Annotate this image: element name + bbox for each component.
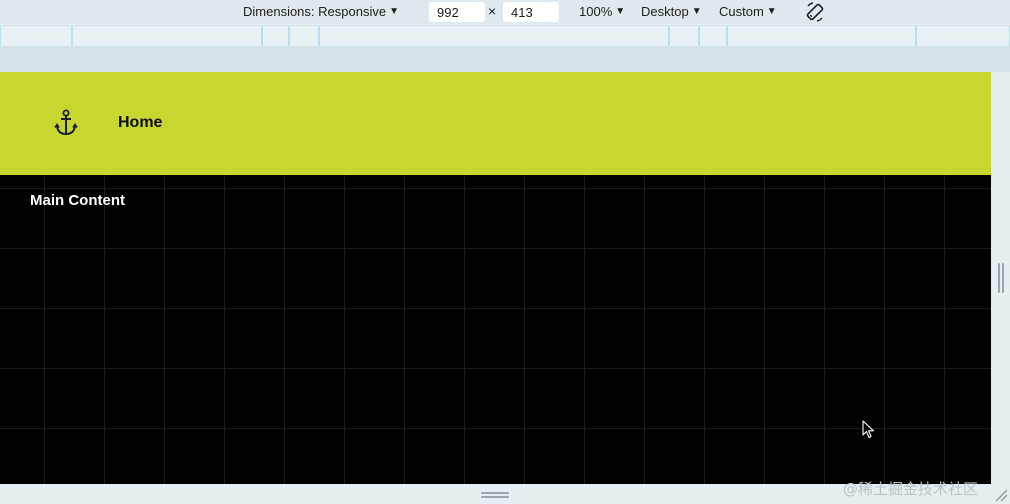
media-query-segment[interactable] — [0, 26, 72, 46]
site-header: Home — [0, 72, 991, 175]
rotate-icon[interactable] — [804, 1, 826, 23]
page-viewport: Home Main Content — [0, 72, 991, 484]
device-type-dropdown[interactable]: Desktop ▼ — [641, 4, 702, 19]
media-query-bar — [0, 25, 1010, 48]
height-input[interactable] — [503, 2, 559, 22]
media-query-segment[interactable] — [727, 26, 916, 46]
media-query-segment[interactable] — [262, 26, 289, 46]
chevron-down-icon: ▼ — [615, 6, 626, 17]
zoom-label: 100% — [579, 4, 613, 19]
zoom-dropdown[interactable]: 100% ▼ — [579, 4, 625, 19]
throttle-label: Custom — [719, 4, 764, 19]
device-toolbar: Dimensions: Responsive ▼ × 100% ▼ Deskto… — [0, 0, 1010, 24]
media-query-segment[interactable] — [699, 26, 727, 46]
media-query-segment[interactable] — [319, 26, 669, 46]
background-grid — [0, 175, 991, 484]
bottom-resize-handle[interactable] — [481, 492, 509, 498]
watermark: @稀土掘金技术社区 — [843, 480, 979, 498]
nav-home-link[interactable]: Home — [118, 114, 162, 132]
corner-resize-icon[interactable] — [995, 489, 1008, 502]
media-query-segment[interactable] — [916, 26, 1010, 46]
chevron-down-icon: ▼ — [389, 6, 399, 17]
throttle-dropdown[interactable]: Custom ▼ — [719, 4, 777, 19]
media-query-segment[interactable] — [72, 26, 262, 46]
media-query-segment[interactable] — [669, 26, 699, 46]
media-query-segment[interactable] — [289, 26, 319, 46]
chevron-down-icon: ▼ — [766, 6, 777, 17]
dimensions-label: Dimensions: Responsive — [243, 4, 387, 19]
right-resize-handle[interactable] — [998, 263, 1004, 293]
chevron-down-icon: ▼ — [691, 6, 702, 17]
main-content-heading: Main Content — [30, 192, 125, 209]
mouse-pointer-icon — [862, 420, 875, 439]
times-icon: × — [488, 3, 497, 19]
dimensions-dropdown[interactable]: Dimensions: Responsive ▼ — [243, 4, 399, 19]
device-label: Desktop — [641, 4, 689, 19]
ruler-spacer — [0, 48, 1010, 72]
anchor-icon[interactable] — [54, 109, 78, 137]
width-input[interactable] — [429, 2, 485, 22]
